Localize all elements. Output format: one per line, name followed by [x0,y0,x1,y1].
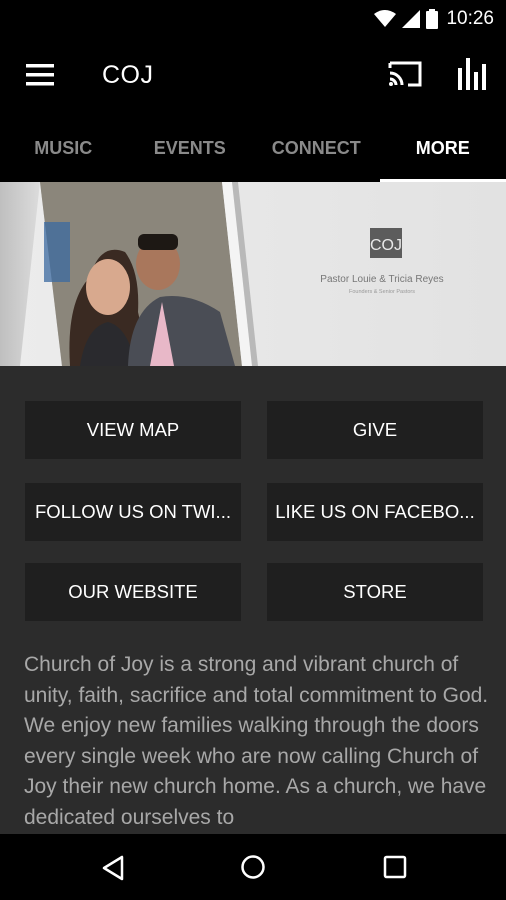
app-bar: COJ [0,36,506,116]
app-title: COJ [102,61,154,89]
banner-pastor-role: Founders & Senior Pastors [349,289,415,295]
status-time: 10:26 [446,8,494,29]
cast-icon[interactable] [388,60,422,88]
tab-connect[interactable]: CONNECT [253,116,380,182]
home-icon[interactable] [240,854,266,880]
banner-logo-text: COJ [370,237,402,254]
back-icon[interactable] [101,855,125,881]
give-button[interactable]: GIVE [267,401,483,459]
tab-bar: MUSIC EVENTS CONNECT MORE [0,116,506,182]
battery-icon [426,9,438,29]
church-description: Church of Joy is a strong and vibrant ch… [24,653,489,829]
tab-events[interactable]: EVENTS [127,116,254,182]
recents-icon[interactable] [383,855,407,879]
signal-icon [402,10,420,28]
store-button[interactable]: STORE [267,563,483,621]
system-nav-bar [0,834,506,900]
status-bar: 10:26 [0,0,506,36]
wifi-icon [374,10,396,27]
tab-music[interactable]: MUSIC [0,116,127,182]
equalizer-icon[interactable] [458,58,488,90]
more-content: VIEW MAP GIVE FOLLOW US ON TWI... LIKE U… [0,366,506,834]
follow-twitter-button[interactable]: FOLLOW US ON TWI... [25,483,241,541]
status-icons [374,9,438,29]
like-facebook-button[interactable]: LIKE US ON FACEBO... [267,483,483,541]
banner-image: COJ Pastor Louie & Tricia Reyes Founders… [0,182,506,366]
banner-illustration: COJ Pastor Louie & Tricia Reyes Founders… [0,182,506,366]
banner-pastor-names: Pastor Louie & Tricia Reyes [320,274,443,285]
view-map-button[interactable]: VIEW MAP [25,401,241,459]
our-website-button[interactable]: OUR WEBSITE [25,563,241,621]
menu-icon[interactable] [26,64,54,86]
tab-more[interactable]: MORE [379,116,506,182]
